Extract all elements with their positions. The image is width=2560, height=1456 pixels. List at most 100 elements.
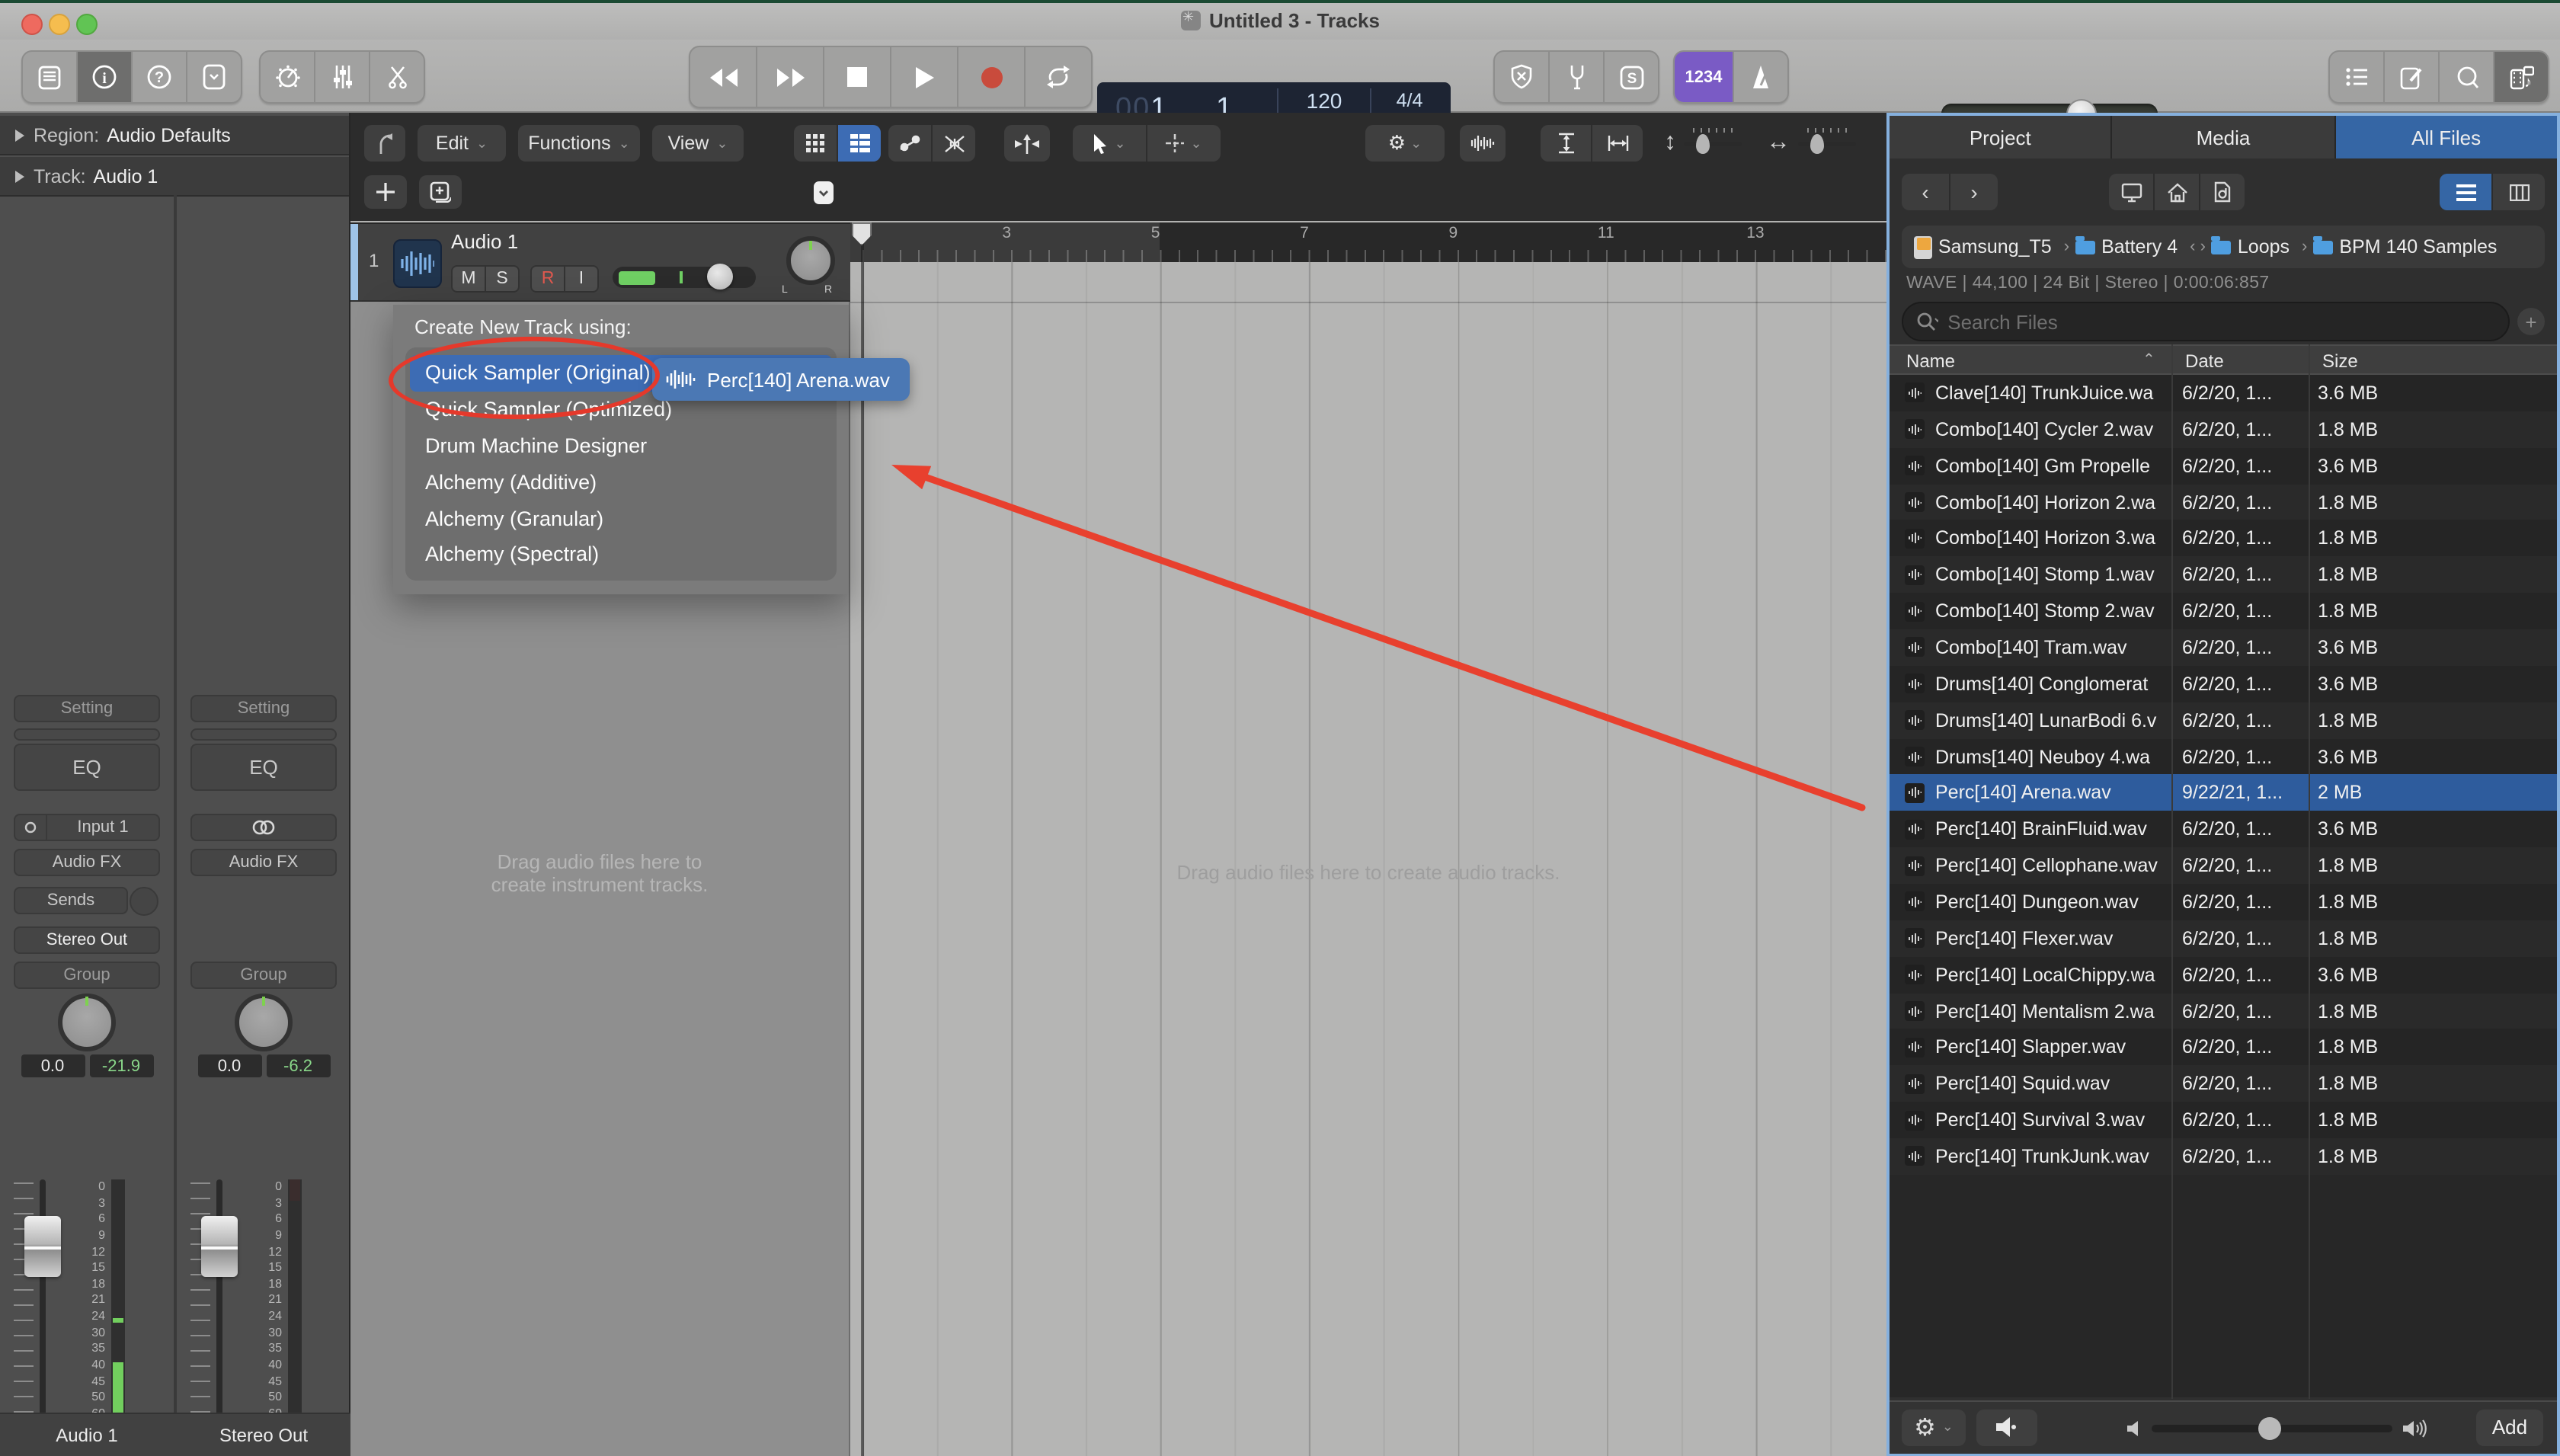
stereo-format-button[interactable] [190,814,337,841]
menu-item[interactable]: Alchemy (Additive) [410,464,832,501]
add-search-filter-button[interactable]: + [2517,308,2545,335]
list-view-icon[interactable] [838,125,881,162]
volume-fader[interactable]: 03691215182124303540455060 [190,1179,337,1420]
menu-item[interactable]: Drum Machine Designer [410,427,832,464]
search-field[interactable] [1902,302,2510,341]
smart-controls-button[interactable] [261,52,315,102]
file-row[interactable]: Combo[140] Gm Propelle 6/2/20, 1... 3.6 … [1890,447,2557,484]
column-divider[interactable] [2171,344,2173,1398]
flex-icon[interactable] [933,125,975,162]
region-inspector-header[interactable]: Region:Audio Defaults [0,116,349,155]
file-row[interactable]: Combo[140] Horizon 2.wa 6/2/20, 1... 1.8… [1890,484,2557,520]
grid-view-icon[interactable] [794,125,838,162]
home-icon[interactable] [2155,174,2200,210]
file-row[interactable]: Perc[140] Flexer.wav 6/2/20, 1... 1.8 MB [1890,920,2557,957]
catch-playhead-button[interactable] [364,125,405,162]
track-name[interactable]: Audio 1 [451,230,518,253]
cycle-button[interactable] [1026,47,1091,107]
file-row[interactable]: Combo[140] Horizon 3.wa 6/2/20, 1... 1.8… [1890,520,2557,557]
vertical-auto-zoom-icon[interactable] [1541,125,1592,162]
input-format-icon[interactable] [15,815,47,840]
pointer-tool-menu[interactable]: ⌄ [1073,125,1147,162]
preview-volume-slider[interactable] [2152,1424,2392,1432]
file-row[interactable]: Perc[140] Cellophane.wav 6/2/20, 1... 1.… [1890,847,2557,884]
scissors-button[interactable] [370,52,424,102]
browser-tab[interactable]: Project [1890,116,2113,158]
record-button[interactable] [958,47,1026,107]
solo-mode-button[interactable]: S [1605,52,1658,102]
gain-plugin-slot[interactable] [190,728,337,741]
play-button[interactable] [891,47,958,107]
fader-cap[interactable] [24,1216,61,1277]
browser-tab[interactable]: Media [2113,116,2336,158]
file-row[interactable]: Drums[140] Neuboy 4.wa 6/2/20, 1... 3.6 … [1890,738,2557,775]
audio-fx-slot-button[interactable]: Audio FX [190,849,337,876]
add-button[interactable]: Add [2476,1409,2543,1445]
file-row[interactable]: Perc[140] Dungeon.wav 6/2/20, 1... 1.8 M… [1890,884,2557,920]
library-button[interactable] [23,52,78,102]
column-header-size[interactable]: Size [2322,350,2358,372]
track-pan-knob[interactable] [786,236,835,285]
track-inspector-header[interactable]: Track:Audio 1 [0,157,349,197]
track-header-audio1[interactable]: 1 Audio 1 M S R I L R [350,222,850,302]
menu-view[interactable]: View⌄ [652,125,744,162]
waveform-zoom-button[interactable] [1460,125,1506,162]
audio-track-icon[interactable] [393,239,442,288]
breadcrumb-segment[interactable]: Samsung_T5 › [1914,235,2075,258]
menu-item[interactable]: Alchemy (Granular) [410,500,832,536]
pan-knob[interactable] [235,994,293,1051]
no-overlap-button[interactable] [1495,52,1550,102]
breadcrumb-segment[interactable]: Battery 4 ‹ › [2075,236,2212,258]
count-in-button[interactable]: 1234 [1675,52,1734,102]
file-row[interactable]: Perc[140] TrunkJunk.wav 6/2/20, 1... 1.8… [1890,1138,2557,1175]
track-volume-slider[interactable] [613,267,756,288]
inspector-button[interactable]: i [78,52,133,102]
send-knob[interactable] [130,887,158,916]
metronome-button[interactable] [1734,52,1787,102]
output-slot-button[interactable]: Stereo Out [14,926,160,954]
track-record-button[interactable]: R [532,267,565,291]
breadcrumb-segment[interactable]: Loops › [2212,236,2313,258]
apple-loops-button[interactable] [2440,52,2494,102]
track-solo-button[interactable]: S [486,267,518,291]
file-row[interactable]: Perc[140] Slapper.wav 6/2/20, 1... 1.8 M… [1890,1029,2557,1066]
breadcrumb-segment[interactable]: BPM 140 Samples [2313,236,2515,258]
group-slot-button[interactable]: Group [190,962,337,989]
track-monitor-button[interactable]: I [565,267,597,291]
mixer-button[interactable] [315,52,370,102]
group-slot-button[interactable]: Group [14,962,160,989]
file-row[interactable]: Combo[140] Stomp 2.wav 6/2/20, 1... 1.8 … [1890,593,2557,629]
media-browser-button[interactable]: ♪ [2494,52,2548,102]
file-row[interactable]: Clave[140] TrunkJuice.wa 6/2/20, 1... 3.… [1890,375,2557,411]
audition-button[interactable] [1976,1409,2037,1445]
quick-help-button[interactable]: ? [133,52,187,102]
file-row[interactable]: Combo[140] Tram.wav 6/2/20, 1... 3.6 MB [1890,629,2557,666]
snap-mode-icon[interactable] [1004,125,1050,162]
track-volume-thumb[interactable] [707,264,733,290]
forward-button[interactable] [757,47,824,107]
volume-value[interactable]: -6.2 [266,1054,330,1077]
back-button[interactable]: ‹ [1902,174,1950,210]
column-header-date[interactable]: Date [2185,350,2224,372]
track-header-config-button[interactable] [803,175,843,209]
file-row[interactable]: Perc[140] Arena.wav 9/22/21, 1... 2 MB [1890,775,2557,811]
pan-value[interactable]: 0.0 [21,1054,85,1077]
volume-fader[interactable]: 03691215182124303540455060 [14,1179,160,1420]
duplicate-track-button[interactable] [419,175,462,209]
horizontal-zoom-slider[interactable]: ↔ [1754,125,1868,162]
browser-action-menu[interactable]: ⚙⌄ [1902,1409,1966,1445]
forward-button[interactable]: › [1950,174,1998,210]
horizontal-auto-zoom-icon[interactable] [1592,125,1643,162]
add-track-button[interactable] [364,175,407,209]
track-mute-button[interactable]: M [453,267,486,291]
column-view-icon[interactable] [2493,174,2545,210]
note-pads-button[interactable] [2385,52,2440,102]
list-view-icon[interactable] [2440,174,2493,210]
pan-knob[interactable] [58,994,116,1051]
crosshair-tool-menu[interactable]: ⌄ [1147,125,1221,162]
audio-fx-slot-button[interactable]: Audio FX [14,849,160,876]
list-editors-button[interactable] [2330,52,2385,102]
computer-icon[interactable] [2109,174,2155,210]
stop-button[interactable] [824,47,891,107]
column-header-name[interactable]: Name [1906,350,1955,372]
